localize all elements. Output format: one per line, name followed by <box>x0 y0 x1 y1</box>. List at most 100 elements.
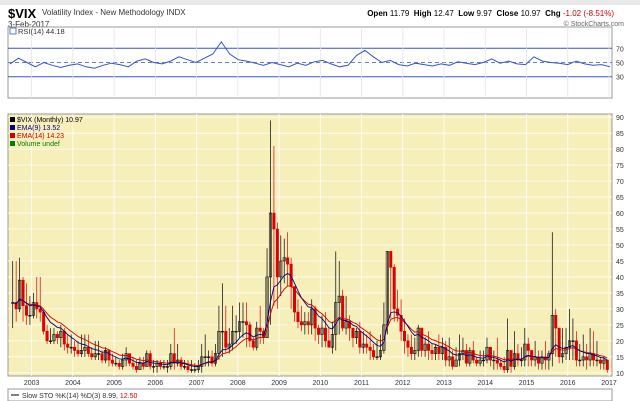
candle-body-2007-09 <box>224 330 228 348</box>
candle-body-2015-01 <box>526 343 530 351</box>
candle-body-2008-07 <box>258 327 262 332</box>
stock-chart: 70 50 30 RSI(14) 44.18 90 85 80 75 70 65 60 55 50 4… <box>7 26 624 401</box>
rsi-tick-70: 70 <box>616 46 624 53</box>
price-y-tick-30: 30 <box>616 307 624 314</box>
candle-body-2009-03 <box>286 257 290 265</box>
candle-body-2003-03 <box>38 308 42 313</box>
rsi-legend-swatch <box>9 27 17 35</box>
price-y-tick-45: 45 <box>616 259 624 266</box>
candle-body-2010-02 <box>323 327 327 342</box>
sto-panel: Slow STO %K(14) %D(3) 8.99, 12.50 <box>7 388 613 401</box>
candle-body-2008-03 <box>244 321 248 326</box>
price-x-tick-2006: 2006 <box>148 380 164 387</box>
legend-volume: Volume undef <box>17 141 60 148</box>
candle-body-2004-06 <box>90 353 94 358</box>
price-x-tick-2004: 2004 <box>65 380 81 387</box>
price-y-tick-labels: 90 85 80 75 70 65 60 55 50 45 40 35 30 25 20 15 10 <box>616 115 624 378</box>
candle-body-2012-08 <box>427 343 431 351</box>
rsi-tick-50: 50 <box>616 61 624 68</box>
candle-body-2006-10 <box>186 366 190 370</box>
price-x-tick-2014: 2014 <box>477 380 493 387</box>
candle-body-2005-02 <box>117 362 121 367</box>
legend-ema14: EMA(14) 14.23 <box>17 133 64 140</box>
sto-label: Slow STO %K(14) %D(3) 8.99, 12.50 <box>22 393 138 400</box>
legend-ema9: EMA(9) 13.52 <box>17 125 60 132</box>
candle-body-2004-02 <box>76 350 80 354</box>
candle-body-2008-12 <box>275 228 279 278</box>
candle-body-2010-10 <box>351 327 355 338</box>
candle-body-2009-07 <box>299 321 303 326</box>
candle-body-2003-05 <box>45 330 49 342</box>
candle-body-2008-05 <box>251 340 255 348</box>
candle-body-2016-06 <box>585 356 589 361</box>
candle-body-2003-08 <box>55 334 59 338</box>
candle-body-2003-11 <box>66 343 70 348</box>
candle-body-2004-12 <box>110 359 114 364</box>
price-x-tick-2005: 2005 <box>106 380 122 387</box>
candle-body-2002-11 <box>24 305 28 316</box>
price-y-tick-60: 60 <box>616 211 624 218</box>
price-y-tick-85: 85 <box>616 131 624 138</box>
price-x-tick-2007: 2007 <box>189 380 205 387</box>
price-y-tick-90: 90 <box>616 115 624 122</box>
candle-body-2003-04 <box>42 311 46 332</box>
legend-swatch-volume <box>10 141 15 146</box>
candle-body-2009-12 <box>317 327 321 335</box>
legend-price: $VIX (Monthly) 10.97 <box>17 117 83 124</box>
sto-k-value: 8.99 <box>102 393 116 400</box>
price-x-tick-2012: 2012 <box>395 380 411 387</box>
price-x-tick-2010: 2010 <box>313 380 329 387</box>
candle-body-2016-12 <box>605 359 609 370</box>
price-y-tick-35: 35 <box>616 291 624 298</box>
candle-body-2016-10 <box>598 359 602 364</box>
candle-body-2014-05 <box>499 362 503 367</box>
price-y-tick-80: 80 <box>616 147 624 154</box>
candle-body-2014-06 <box>502 366 506 370</box>
price-x-tick-2008: 2008 <box>230 380 246 387</box>
candle-body-2011-03 <box>368 346 372 351</box>
candle-body-2016-03 <box>574 340 578 361</box>
legend-swatch-price <box>10 117 15 122</box>
price-x-tick-2016: 2016 <box>560 380 576 387</box>
candle-body-2004-05 <box>86 346 90 354</box>
price-y-tick-25: 25 <box>616 323 624 330</box>
candle-body-2012-01 <box>403 330 407 342</box>
rsi-tick-labels: 70 50 30 <box>616 46 624 81</box>
rsi-tick-30: 30 <box>616 75 624 82</box>
candle-body-2012-02 <box>406 340 410 348</box>
price-y-tick-20: 20 <box>616 339 624 346</box>
candle-body-2013-10 <box>475 359 479 364</box>
price-panel: 9085807570656055504540353025201510 2003 2… <box>7 113 624 387</box>
price-y-tick-75: 75 <box>616 163 624 170</box>
candle-body-2015-09 <box>554 314 558 329</box>
price-y-tick-15: 15 <box>616 355 624 362</box>
candle-body-2015-02 <box>530 350 534 361</box>
candle-body-2015-10 <box>557 327 561 358</box>
candle-body-2012-06 <box>420 327 424 351</box>
rsi-label: RSI(14) 44.18 <box>18 27 65 36</box>
candle-body-2013-03 <box>451 356 455 367</box>
candle-body-2003-10 <box>62 330 66 345</box>
candle-body-2004-01 <box>73 346 77 351</box>
candle-body-2014-02 <box>488 346 492 361</box>
candle-body-2012-03 <box>409 346 413 354</box>
candle-body-2010-12 <box>358 330 362 348</box>
candle-body-2012-11 <box>437 346 441 354</box>
candle-body-2011-04 <box>372 350 376 358</box>
legend-swatch-ema9 <box>10 125 15 130</box>
price-x-tick-2003: 2003 <box>24 380 40 387</box>
price-y-tick-65: 65 <box>616 195 624 202</box>
candle-body-2004-09 <box>100 353 104 361</box>
candle-body-2012-09 <box>430 350 434 354</box>
candle-body-2011-02 <box>365 343 369 348</box>
candle-body-2005-07 <box>134 366 138 370</box>
price-y-tick-40: 40 <box>616 275 624 282</box>
sto-d-value: 12.50 <box>120 393 138 400</box>
price-x-tick-2009: 2009 <box>271 380 287 387</box>
candle-body-2010-07 <box>341 295 345 329</box>
price-y-tick-10: 10 <box>616 371 624 378</box>
candle-body-2009-09 <box>306 321 310 326</box>
legend-swatch-ema14 <box>10 133 15 138</box>
price-x-tick-2017: 2017 <box>601 380 617 387</box>
candle-body-2011-10 <box>392 267 396 310</box>
